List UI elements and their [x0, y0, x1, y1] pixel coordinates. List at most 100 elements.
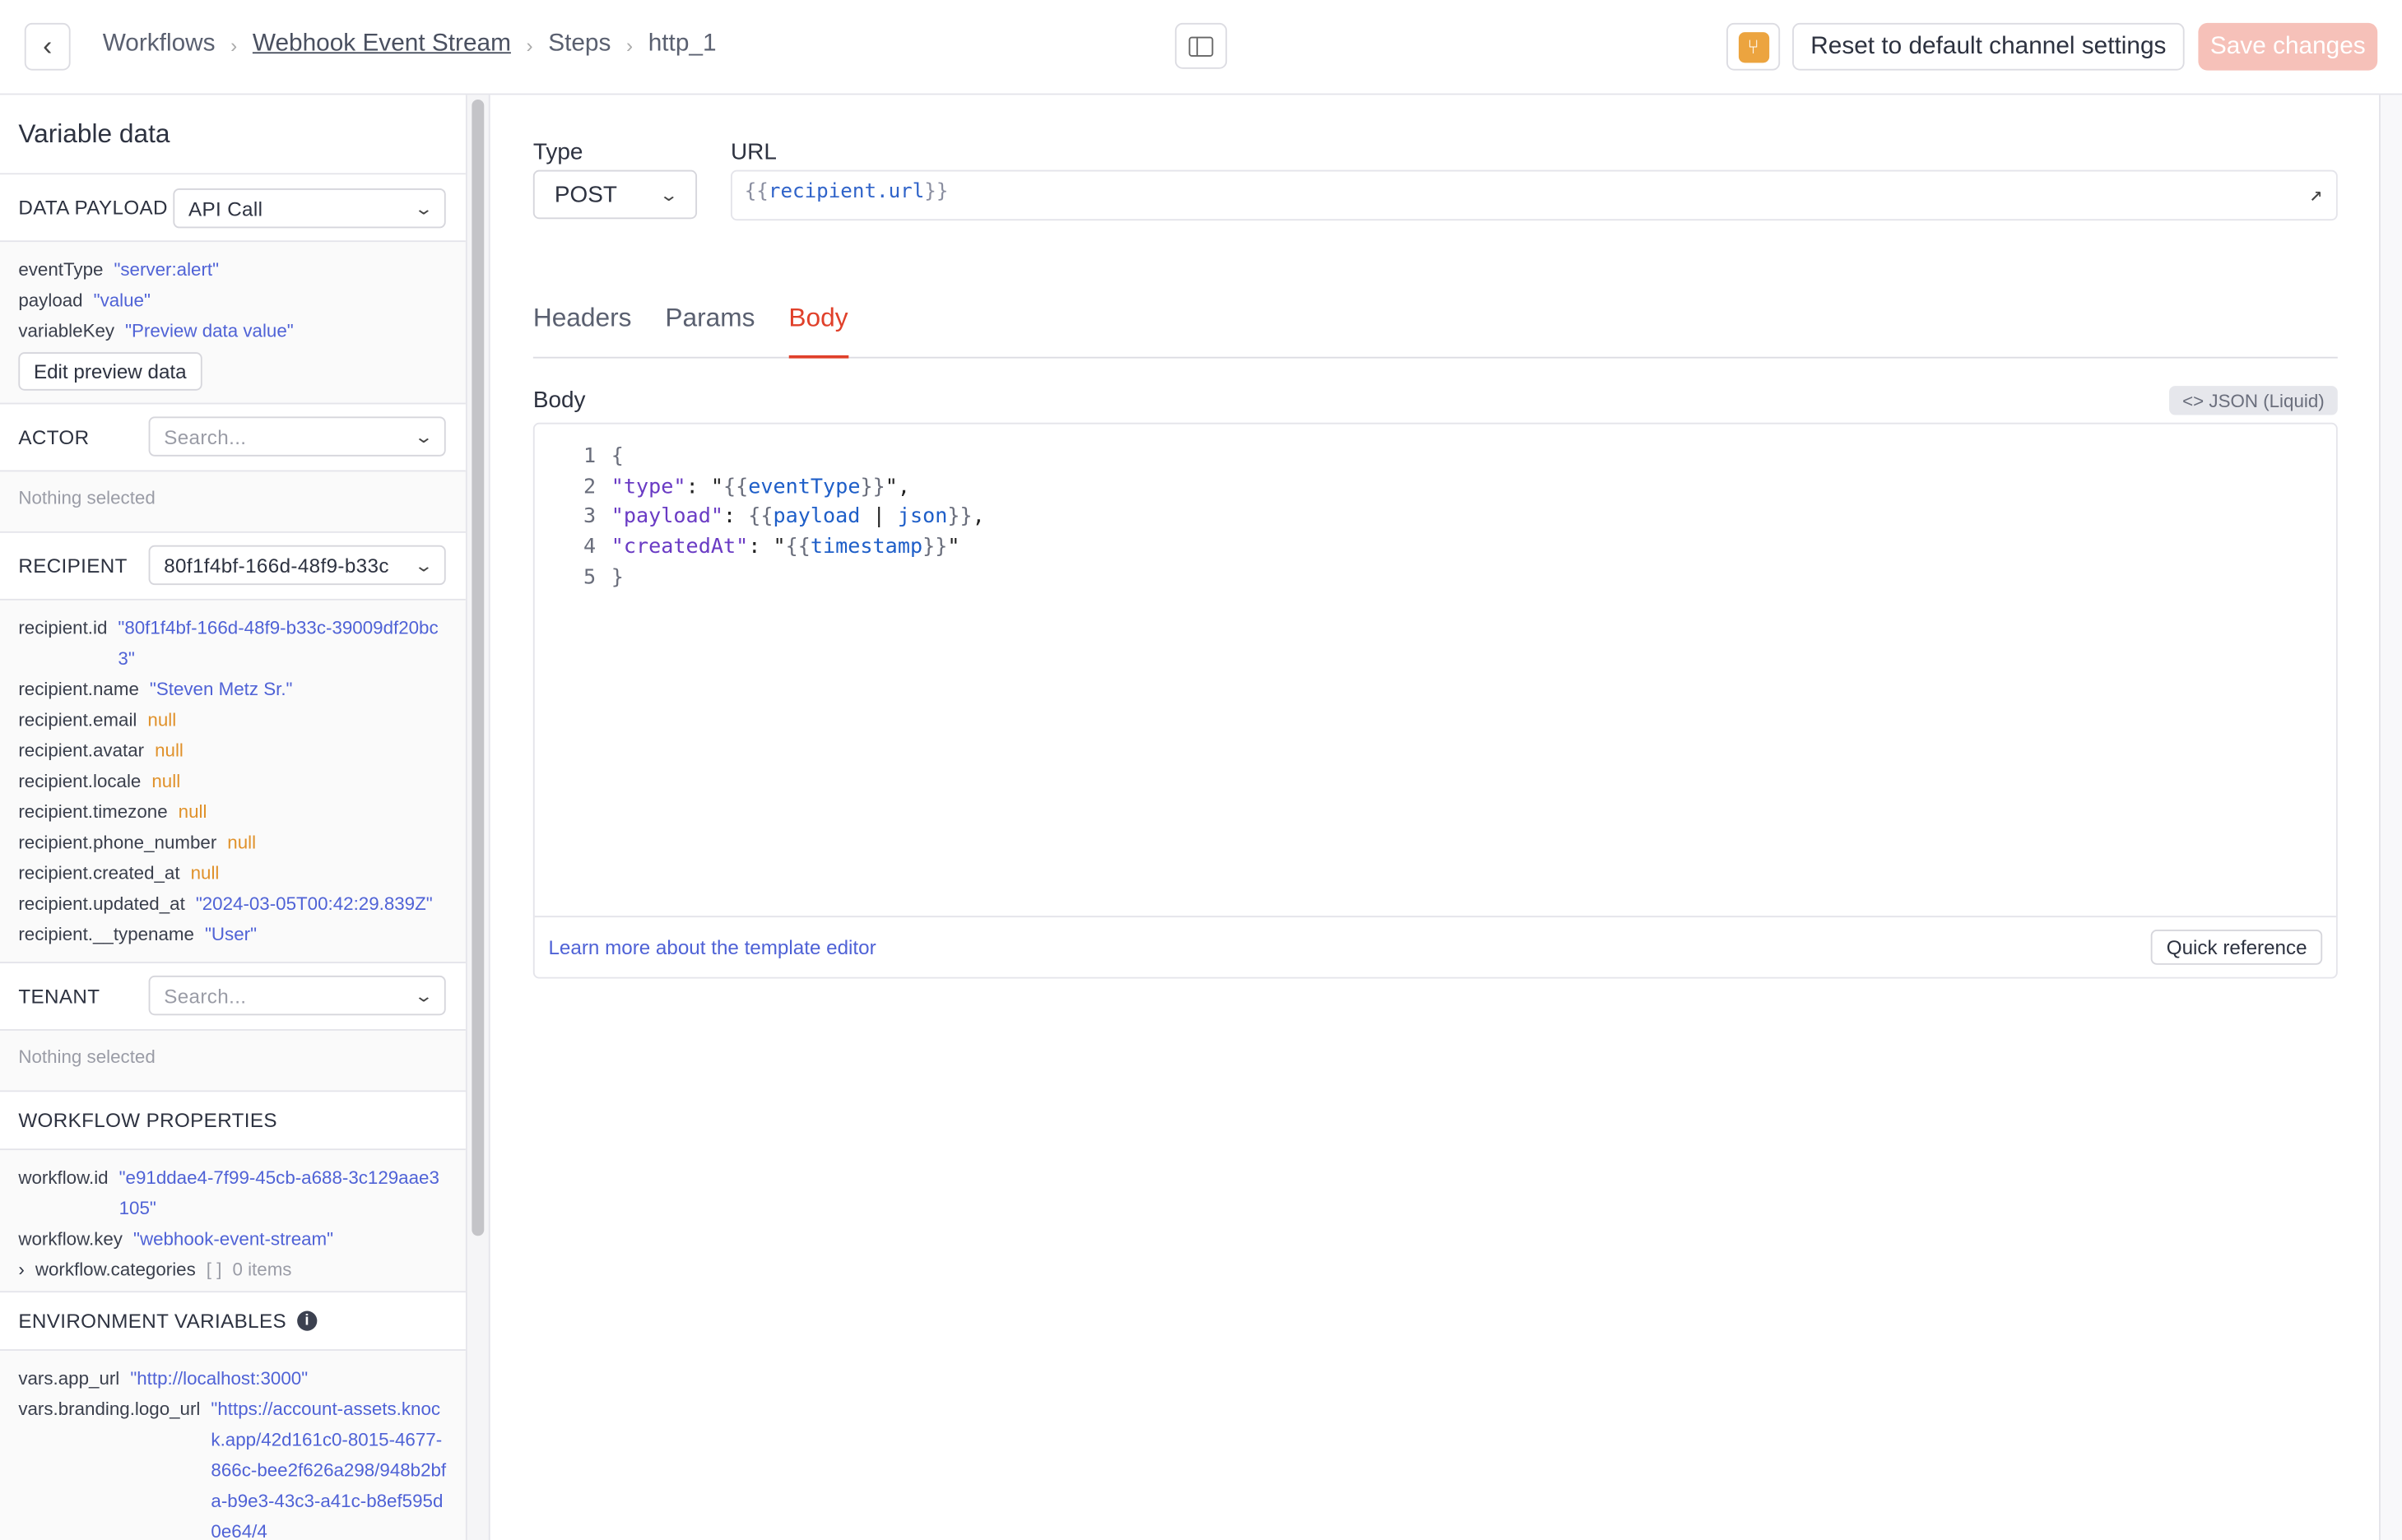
- workflow-categories-row[interactable]: › workflow.categories [ ] 0 items: [18, 1255, 447, 1285]
- chevron-left-icon: ‹: [43, 30, 53, 62]
- learn-more-link[interactable]: Learn more about the template editor: [548, 935, 876, 958]
- line-number: 5: [583, 564, 597, 590]
- breadcrumb-steps[interactable]: Steps: [548, 30, 611, 58]
- variable-row: recipient.locale null: [18, 766, 447, 796]
- code-token: }}: [947, 504, 973, 530]
- chevron-down-icon: ⌄: [413, 986, 434, 1006]
- variable-value: null: [190, 862, 220, 884]
- line-number: 4: [583, 534, 597, 559]
- select-value: API Call: [188, 197, 263, 220]
- variable-key: workflow.key: [18, 1228, 123, 1250]
- variable-key: vars.app_url: [18, 1367, 120, 1389]
- variable-row: recipient.__typename "User": [18, 919, 447, 949]
- tenant-empty: Nothing selected: [0, 1031, 466, 1092]
- branch-button[interactable]: ⑂: [1726, 22, 1781, 71]
- variable-value: "80f1f4bf-166d-48f9-b33c-39009df20bc3": [118, 617, 439, 670]
- code-token: :: [722, 504, 749, 530]
- variable-value: null: [178, 800, 207, 823]
- chevron-down-icon: ⌄: [658, 186, 679, 205]
- code-line: 4 "createdAt": "{{timestamp}}": [535, 533, 985, 564]
- breadcrumb-workflows[interactable]: Workflows: [103, 30, 216, 58]
- scrollbar-thumb[interactable]: [472, 100, 485, 1236]
- url-variable: recipient.url: [768, 180, 925, 204]
- variable-key: eventType: [18, 258, 104, 281]
- save-button[interactable]: Save changes: [2198, 22, 2378, 71]
- edit-preview-button[interactable]: Edit preview data: [18, 352, 202, 391]
- breadcrumb-current: http_1: [648, 30, 717, 57]
- variable-key: recipient.phone_number: [18, 831, 217, 853]
- variable-value: "e91ddae4-7f99-45cb-a688-3c129aae3105": [118, 1167, 439, 1219]
- info-icon[interactable]: i: [297, 1310, 318, 1331]
- chevron-right-icon: ›: [626, 33, 634, 56]
- tab-headers[interactable]: Headers: [533, 304, 632, 359]
- chevron-down-icon: ⌄: [413, 199, 434, 219]
- variable-row: recipient.timezone null: [18, 796, 447, 827]
- chevron-right-icon: ›: [526, 33, 533, 56]
- line-number: 3: [583, 504, 597, 530]
- variable-key: recipient.locale: [18, 770, 142, 792]
- line-number: 1: [583, 443, 597, 469]
- data-payload-label: DATA PAYLOAD: [18, 196, 168, 220]
- chevron-down-icon: ⌄: [413, 428, 434, 447]
- code-editor[interactable]: 1{2 "type": "{{eventType}}", 3 "payload": {…: [532, 422, 2338, 979]
- type-label: Type: [532, 139, 583, 166]
- workflow-values: workflow.id "e91ddae4-7f99-45cb-a688-3c12…: [0, 1150, 466, 1293]
- variable-key: workflow.id: [18, 1167, 109, 1189]
- variable-row: eventType "server:alert": [18, 254, 447, 285]
- variable-row: vars.branding.logo_url "https://account-a…: [18, 1394, 447, 1540]
- editor-footer: Learn more about the template editor Qui…: [534, 916, 2336, 976]
- variable-key: payload: [18, 289, 83, 311]
- reset-button[interactable]: Reset to default channel settings: [1792, 22, 2185, 71]
- right-panel-edge: [2379, 95, 2402, 1540]
- url-brace: {{: [744, 180, 769, 204]
- variable-key: recipient.id: [18, 617, 108, 639]
- code-token: }: [611, 564, 624, 590]
- data-payload-values: eventType "server:alert" payload "value" var…: [0, 242, 466, 405]
- variable-data-panel: Variable data DATA PAYLOAD API Call ⌄ eve…: [0, 95, 467, 1540]
- code-token: eventType: [748, 474, 861, 499]
- data-payload-section: DATA PAYLOAD API Call ⌄: [0, 174, 466, 243]
- workflow-properties-label: WORKFLOW PROPERTIES: [0, 1092, 466, 1151]
- actor-select[interactable]: Search... ⌄: [148, 416, 446, 457]
- code-token: : ": [685, 474, 723, 499]
- placeholder: Search...: [164, 424, 247, 448]
- breadcrumb-workflow[interactable]: Webhook Event Stream: [253, 30, 511, 58]
- variable-value: "Steven Metz Sr.": [149, 678, 293, 700]
- code-token: "type": [611, 474, 686, 499]
- variable-key: recipient.created_at: [18, 862, 180, 884]
- code-line: 5}: [535, 564, 985, 594]
- quick-reference-button[interactable]: Quick reference: [2151, 929, 2323, 965]
- variable-key: recipient.updated_at: [18, 893, 185, 915]
- actor-empty: Nothing selected: [0, 471, 466, 533]
- external-link-icon[interactable]: ↗: [2309, 183, 2322, 207]
- tabs: Headers Params Body: [532, 304, 2338, 359]
- recipient-section: RECIPIENT 80f1f4bf-166d-48f9-b33c ⌄: [0, 532, 466, 601]
- code-token: json: [897, 504, 948, 530]
- format-badge: <> JSON (Liquid): [2169, 386, 2338, 415]
- chevron-down-icon: ⌄: [413, 556, 434, 576]
- data-payload-select[interactable]: API Call ⌄: [173, 188, 446, 229]
- variable-key: recipient.avatar: [18, 740, 145, 762]
- brackets: [ ]: [206, 1259, 222, 1281]
- recipient-select[interactable]: 80f1f4bf-166d-48f9-b33c ⌄: [148, 545, 446, 586]
- url-input[interactable]: {{recipient.url}} ↗: [730, 169, 2338, 221]
- code-token: {{: [785, 534, 811, 559]
- sidebar-scrollbar[interactable]: [467, 95, 490, 1540]
- environment-variables-section: ENVIRONMENT VARIABLES i: [0, 1292, 466, 1351]
- tenant-section: TENANT Search... ⌄: [0, 962, 466, 1031]
- method-select[interactable]: POST ⌄: [532, 169, 698, 220]
- variable-value: "https://account-assets.knock.app/42d161…: [211, 1398, 447, 1540]
- variable-key: recipient.name: [18, 678, 139, 700]
- toggle-sidebar-button[interactable]: [1174, 22, 1228, 69]
- tenant-select[interactable]: Search... ⌄: [148, 975, 446, 1016]
- code-lines[interactable]: 1{2 "type": "{{eventType}}", 3 "payload": {…: [535, 443, 985, 593]
- back-button[interactable]: ‹: [24, 22, 71, 71]
- tab-params[interactable]: Params: [665, 304, 755, 359]
- select-value: 80f1f4bf-166d-48f9-b33c: [164, 553, 389, 577]
- tab-body[interactable]: Body: [788, 304, 848, 359]
- chevron-right-icon: ›: [230, 33, 238, 56]
- variable-row: recipient.avatar null: [18, 735, 447, 766]
- env-values: vars.app_url "http://localhost:3000" vars.…: [0, 1351, 466, 1540]
- sidebar-icon: [1188, 35, 1214, 56]
- code-token: "payload": [611, 504, 723, 530]
